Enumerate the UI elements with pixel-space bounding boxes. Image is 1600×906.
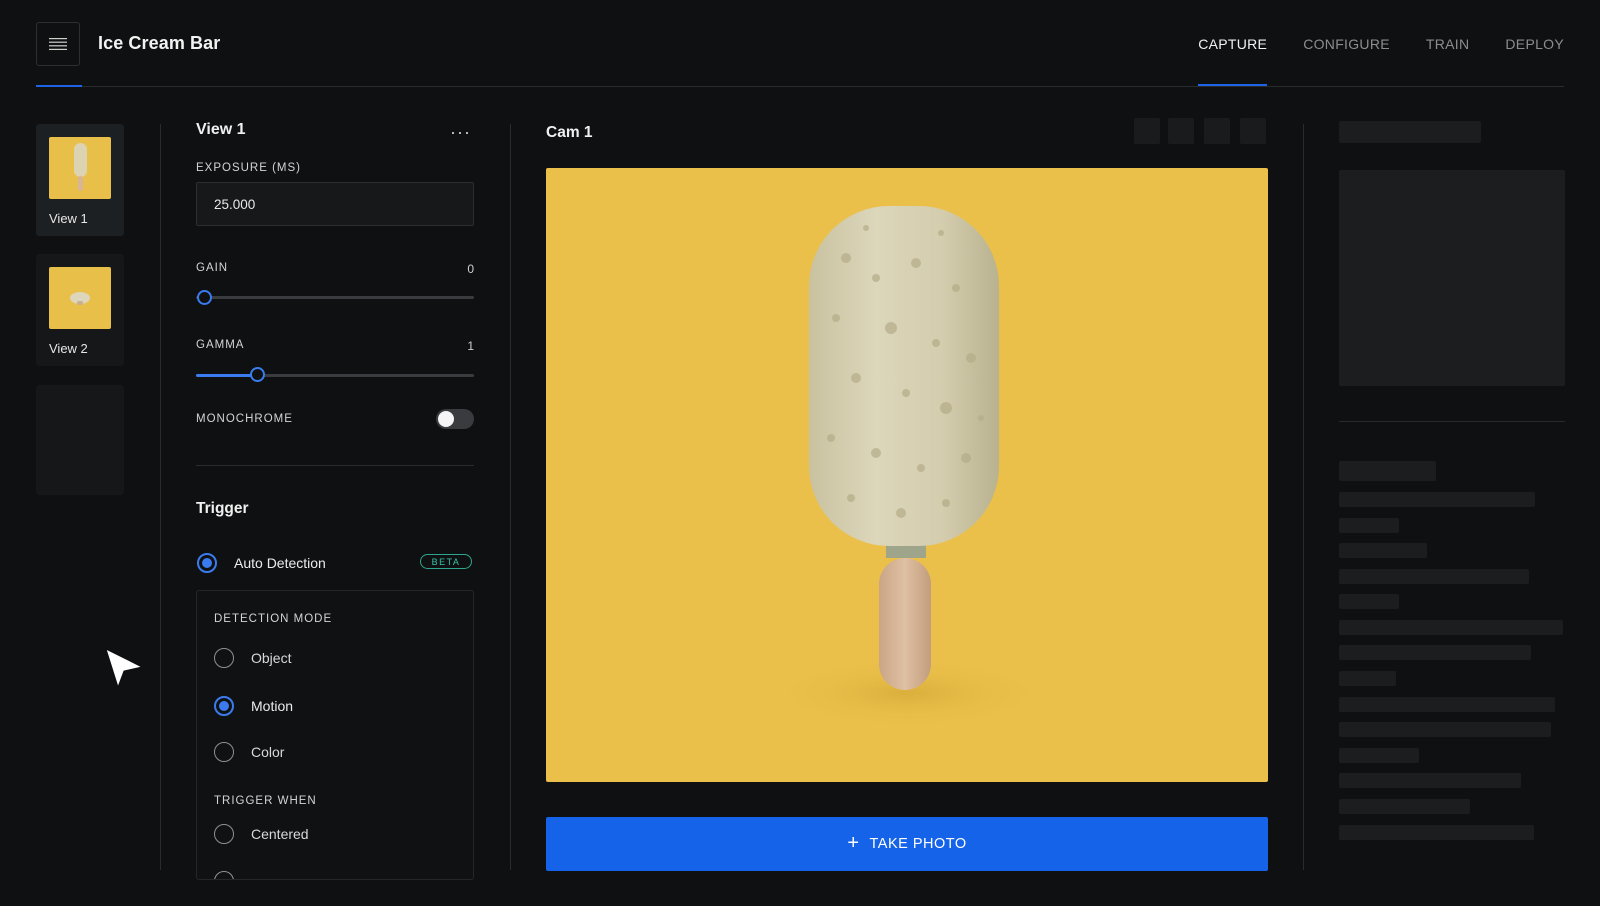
trigger-when-centered-label: Centered: [251, 826, 309, 842]
tab-label: DEPLOY: [1505, 36, 1564, 52]
tab-train[interactable]: TRAIN: [1426, 36, 1470, 52]
menu-accent-line: [36, 85, 82, 87]
detection-mode-label: DETECTION MODE: [214, 613, 333, 625]
tab-capture[interactable]: CAPTURE: [1198, 36, 1268, 87]
skeleton-line: [1339, 799, 1470, 814]
monochrome-label: MONOCHROME: [196, 413, 293, 425]
auto-detection-label: Auto Detection: [234, 555, 326, 571]
skeleton-line: [1339, 620, 1563, 635]
skeleton-line: [1339, 518, 1399, 533]
section-divider: [196, 465, 474, 466]
skeleton-line: [1339, 748, 1419, 763]
column-divider: [510, 124, 511, 870]
skeleton-line: [1339, 492, 1535, 507]
tab-deploy[interactable]: DEPLOY: [1505, 36, 1564, 52]
gamma-label: GAMMA: [196, 339, 245, 351]
detection-mode-color-radio[interactable]: [214, 742, 234, 762]
trigger-when-centered-radio[interactable]: [214, 824, 234, 844]
skeleton-line: [1339, 645, 1531, 660]
tab-label: TRAIN: [1425, 36, 1470, 52]
detection-mode-motion-radio[interactable]: [214, 696, 234, 716]
detection-mode-motion-label: Motion: [251, 698, 294, 714]
gain-slider-track[interactable]: [196, 296, 474, 299]
detection-mode-object-radio[interactable]: [214, 648, 234, 668]
column-divider: [1303, 124, 1304, 870]
detection-mode-object-label: Object: [251, 650, 292, 666]
tab-configure[interactable]: CONFIGURE: [1303, 36, 1390, 52]
skeleton-line: [1339, 697, 1555, 712]
take-photo-label: TAKE PHOTO: [869, 836, 967, 852]
view-thumbnail-label: View 1: [49, 211, 88, 226]
view-thumbnail-1[interactable]: View 1: [36, 124, 124, 236]
skeleton-divider: [1339, 421, 1565, 422]
skeleton-title: [1339, 121, 1481, 143]
skeleton-line: [1339, 569, 1529, 584]
view-1-preview-image: [49, 137, 111, 199]
view-2-preview-image: [49, 267, 111, 329]
gain-slider-thumb[interactable]: [197, 290, 212, 305]
toggle-knob: [438, 411, 454, 427]
trigger-when-next-radio[interactable]: [214, 871, 234, 879]
ice-cream-bar-image: [758, 206, 1058, 731]
plus-icon: +: [847, 831, 860, 854]
skeleton-line: [1339, 773, 1521, 788]
header-divider: [36, 86, 1564, 87]
gain-value: 0: [467, 262, 474, 276]
view-thumbnail-label: View 2: [49, 341, 88, 356]
skeleton-line: [1339, 461, 1436, 481]
beta-badge: BETA: [420, 554, 472, 569]
trigger-section-title: Trigger: [196, 500, 249, 517]
trigger-when-label: TRIGGER WHEN: [214, 795, 317, 807]
hamburger-menu-icon: [49, 38, 67, 50]
camera-tool-button-3[interactable]: [1204, 118, 1230, 144]
more-options-button[interactable]: ···: [450, 122, 471, 143]
skeleton-line: [1339, 594, 1399, 609]
app-title: Ice Cream Bar: [98, 33, 221, 53]
column-divider: [160, 124, 161, 870]
camera-title: Cam 1: [546, 124, 593, 141]
camera-tool-button-1[interactable]: [1134, 118, 1160, 144]
exposure-label: EXPOSURE (MS): [196, 162, 302, 174]
gamma-value: 1: [467, 339, 474, 353]
tab-label: CONFIGURE: [1303, 36, 1390, 52]
camera-tool-button-2[interactable]: [1168, 118, 1194, 144]
skeleton-line: [1339, 543, 1427, 558]
gamma-slider-thumb[interactable]: [249, 367, 265, 382]
main-nav: CAPTURE CONFIGURE TRAIN DEPLOY: [1198, 36, 1564, 87]
camera-tool-button-4[interactable]: [1240, 118, 1266, 144]
skeleton-line: [1339, 722, 1551, 737]
monochrome-toggle[interactable]: [436, 409, 474, 429]
more-horizontal-icon: ···: [450, 122, 471, 142]
camera-preview: [546, 168, 1268, 782]
skeleton-preview: [1339, 170, 1565, 386]
auto-detection-options-panel: DETECTION MODE Object Motion Color TRIGG…: [196, 590, 474, 880]
empty-view-slot[interactable]: [36, 385, 124, 495]
skeleton-line: [1339, 825, 1534, 840]
gain-label: GAIN: [196, 262, 229, 274]
view-thumbnail-2[interactable]: View 2: [36, 254, 124, 366]
menu-button[interactable]: [36, 22, 80, 66]
auto-detection-radio[interactable]: [197, 553, 217, 573]
view-settings-title: View 1: [196, 121, 246, 138]
tab-label: CAPTURE: [1198, 36, 1268, 52]
exposure-input[interactable]: [196, 182, 474, 226]
detection-mode-color-label: Color: [251, 744, 285, 760]
gamma-slider-fill: [196, 374, 257, 377]
take-photo-button[interactable]: + TAKE PHOTO: [546, 817, 1268, 871]
skeleton-line: [1339, 671, 1396, 686]
mouse-pointer-icon: [105, 648, 144, 689]
